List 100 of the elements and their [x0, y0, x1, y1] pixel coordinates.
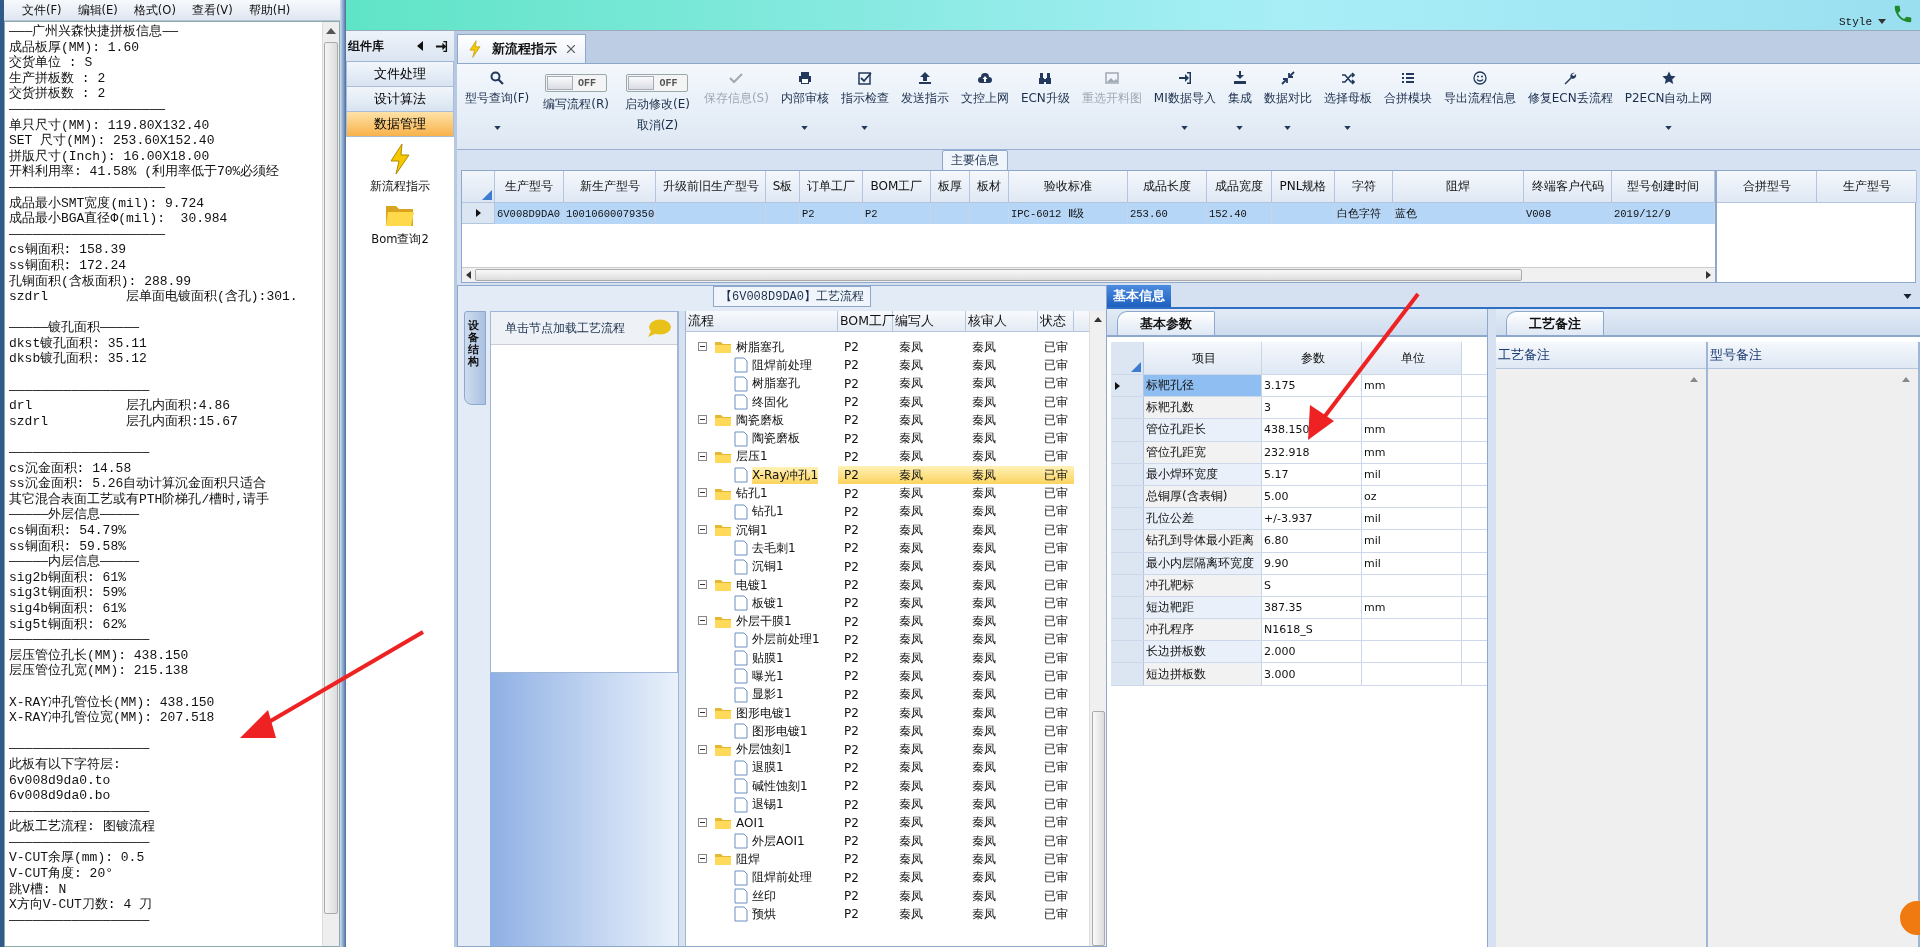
column-header[interactable]: 成品宽度 [1207, 171, 1272, 203]
collapse-icon[interactable] [698, 415, 707, 425]
tree-row[interactable]: 曝光1 P2 秦凤 秦凤 已审 [686, 667, 1089, 686]
tree-row[interactable]: 去毛刺1 P2 秦凤 秦凤 已审 [686, 539, 1089, 558]
tree-row[interactable]: 外层蚀刻1 P2 秦凤 秦凤 已审 [686, 740, 1089, 759]
selection-cell[interactable]: 孔位公差 [1144, 508, 1262, 530]
scroll-up-icon[interactable] [1094, 317, 1102, 322]
column-header[interactable]: 生产型号 [1817, 171, 1917, 203]
toggle-switch[interactable]: OFF [626, 74, 689, 92]
sign-in-icon[interactable] [435, 39, 448, 53]
shortcut-label[interactable]: 新流程指示 [370, 179, 430, 194]
column-header[interactable]: 编写人 [893, 311, 966, 331]
selection-cell[interactable]: 短边拼板数 [1144, 663, 1262, 685]
tree-row[interactable]: 沉铜1 P2 秦凤 秦凤 已审 [686, 520, 1089, 540]
tree-row[interactable]: 贴膜1 P2 秦凤 秦凤 已审 [686, 649, 1089, 668]
column-header[interactable]: PNL规格 [1272, 171, 1335, 203]
scrollbar-thumb[interactable] [1091, 710, 1105, 946]
tree-row[interactable]: 阻焊前处理 P2 秦凤 秦凤 已审 [686, 868, 1089, 887]
scroll-up-icon[interactable] [326, 28, 336, 34]
column-header[interactable]: 型号创建时间 [1612, 171, 1715, 203]
panel-tab[interactable]: 工艺备注 [1506, 311, 1604, 335]
collapse-left-icon[interactable] [417, 41, 423, 51]
scrollbar[interactable] [322, 22, 339, 946]
collapse-icon[interactable] [698, 817, 707, 827]
toolbar-button[interactable]: P2ECN自动上网 [1620, 66, 1717, 136]
toolbar-button[interactable]: MI数据导入 [1149, 66, 1220, 136]
selection-cell[interactable]: 标靶孔数 [1144, 397, 1262, 419]
column-header[interactable]: 流程 [686, 311, 838, 331]
table-row[interactable]: 6V008D9DA0 10010600079350 P2 P2 IPC-6012 Ⅱ级 253.60 152.40 白色字符 蓝色 V008 2019/12/9 [462, 203, 1715, 224]
selection-cell[interactable]: 长边拼板数 [1144, 641, 1262, 663]
column-header[interactable]: 板材 [970, 171, 1009, 203]
vertical-scrollbar[interactable] [1089, 311, 1106, 946]
tree-row[interactable]: 层压1 P2 秦凤 秦凤 已审 [686, 447, 1089, 467]
tree-row[interactable]: 图形电镀1 P2 秦凤 秦凤 已审 [686, 722, 1089, 741]
tree-row[interactable]: 阻焊 P2 秦凤 秦凤 已审 [686, 850, 1089, 869]
tree-row[interactable]: 钻孔1 P2 秦凤 秦凤 已审 [686, 502, 1089, 521]
collapse-icon[interactable] [698, 744, 707, 754]
nav-item[interactable]: 文件处理 [346, 62, 454, 87]
tree-row[interactable]: AOI1 P2 秦凤 秦凤 已审 [686, 813, 1089, 832]
tree-row[interactable]: 丝印 P2 秦凤 秦凤 已审 [686, 886, 1089, 906]
tree-row[interactable]: 外层AOI1 P2 秦凤 秦凤 已审 [686, 832, 1089, 851]
collapse-icon[interactable] [698, 707, 707, 717]
menu-item[interactable]: 格式(O) [125, 2, 184, 18]
selection-cell[interactable]: 最小内层隔离环宽度 [1144, 552, 1262, 574]
panel-tab[interactable]: 基本参数 [1117, 311, 1215, 335]
toolbar-button[interactable]: ECN升级 [1016, 66, 1074, 136]
tree-row[interactable]: 外层干膜1 P2 秦凤 秦凤 已审 [686, 612, 1089, 631]
phone-icon[interactable] [1892, 3, 1914, 25]
column-header[interactable]: 验收标准 [1009, 171, 1128, 203]
toggle-switch[interactable]: OFF [545, 74, 608, 92]
selection-cell[interactable]: 管位孔距宽 [1144, 441, 1262, 463]
selection-cell[interactable]: 短边靶距 [1144, 596, 1262, 619]
tree-row[interactable]: 退锡1 P2 秦凤 秦凤 已审 [686, 795, 1089, 814]
toolbar-button[interactable]: 文控上网 [956, 66, 1013, 136]
collapse-icon[interactable] [698, 451, 707, 461]
column-header[interactable]: S板 [766, 171, 800, 203]
toolbar-button[interactable]: 合拼模块 [1379, 66, 1436, 136]
column-header[interactable]: 阻焊 [1393, 171, 1524, 203]
selection-cell[interactable]: 总铜厚(含表铜) [1144, 485, 1262, 508]
document-tab[interactable]: 新流程指示 [457, 34, 586, 63]
selection-cell[interactable]: 管位孔距长 [1144, 419, 1262, 441]
column-header[interactable]: 订单工厂 [800, 171, 863, 203]
scrollbar-thumb[interactable] [475, 269, 1522, 281]
tree-row[interactable]: 图形电镀1 P2 秦凤 秦凤 已审 [686, 703, 1089, 723]
tree-row[interactable]: 板镀1 P2 秦凤 秦凤 已审 [686, 594, 1089, 613]
splitter[interactable] [678, 311, 686, 946]
toolbar-button[interactable]: 数据对比 [1259, 66, 1316, 136]
tree-row[interactable]: 外层前处理1 P2 秦凤 秦凤 已审 [686, 630, 1089, 650]
nav-item[interactable]: 数据管理 [346, 112, 454, 137]
toolbar-button[interactable]: 内部审核 [776, 66, 833, 136]
column-header[interactable]: 合拼型号 [1717, 171, 1817, 203]
lightning-icon[interactable] [388, 143, 412, 175]
tree-row[interactable]: 钻孔1 P2 秦凤 秦凤 已审 [686, 484, 1089, 503]
close-icon[interactable] [567, 45, 575, 53]
column-header[interactable]: 字符 [1335, 171, 1393, 203]
nav-item[interactable]: 设计算法 [346, 87, 454, 112]
toolbar-button[interactable]: 集成 [1223, 66, 1256, 136]
tree-row[interactable]: 沉铜1 P2 秦凤 秦凤 已审 [686, 557, 1089, 576]
tree-row[interactable]: 预烘 P2 秦凤 秦凤 已审 [686, 905, 1089, 924]
column-header[interactable]: 工艺备注 [1496, 342, 1706, 369]
horizontal-scrollbar[interactable] [462, 267, 1715, 282]
scrollbar-thumb[interactable] [324, 42, 338, 914]
column-header[interactable]: 核审人 [966, 311, 1038, 331]
tree-row[interactable]: 陶瓷磨板 P2 秦凤 秦凤 已审 [686, 411, 1089, 430]
collapse-icon[interactable] [698, 342, 707, 351]
caret-icon[interactable] [1903, 293, 1912, 299]
column-header[interactable]: 参数 [1262, 342, 1362, 374]
menu-item[interactable]: 文件(F) [14, 2, 70, 18]
toolbar-button[interactable]: 修复ECN丢流程 [1523, 66, 1617, 136]
vertical-tab[interactable]: 设备结构 [464, 311, 486, 405]
column-header[interactable]: 板厚 [931, 171, 970, 203]
tree-row[interactable]: 树脂塞孔 P2 秦凤 秦凤 已审 [686, 338, 1089, 357]
column-header[interactable]: 生产型号 [495, 171, 564, 203]
scroll-left-icon[interactable] [466, 271, 471, 279]
selection-cell[interactable]: 最小焊环宽度 [1144, 463, 1262, 485]
tree-row[interactable]: 终固化 P2 秦凤 秦凤 已审 [686, 392, 1089, 412]
column-header[interactable]: 终端客户代码 [1524, 171, 1612, 203]
column-header[interactable]: BOM工厂 [863, 171, 931, 203]
menu-item[interactable]: 帮助(H) [240, 2, 299, 18]
selection-cell[interactable]: 冲孔靶标 [1144, 574, 1262, 596]
